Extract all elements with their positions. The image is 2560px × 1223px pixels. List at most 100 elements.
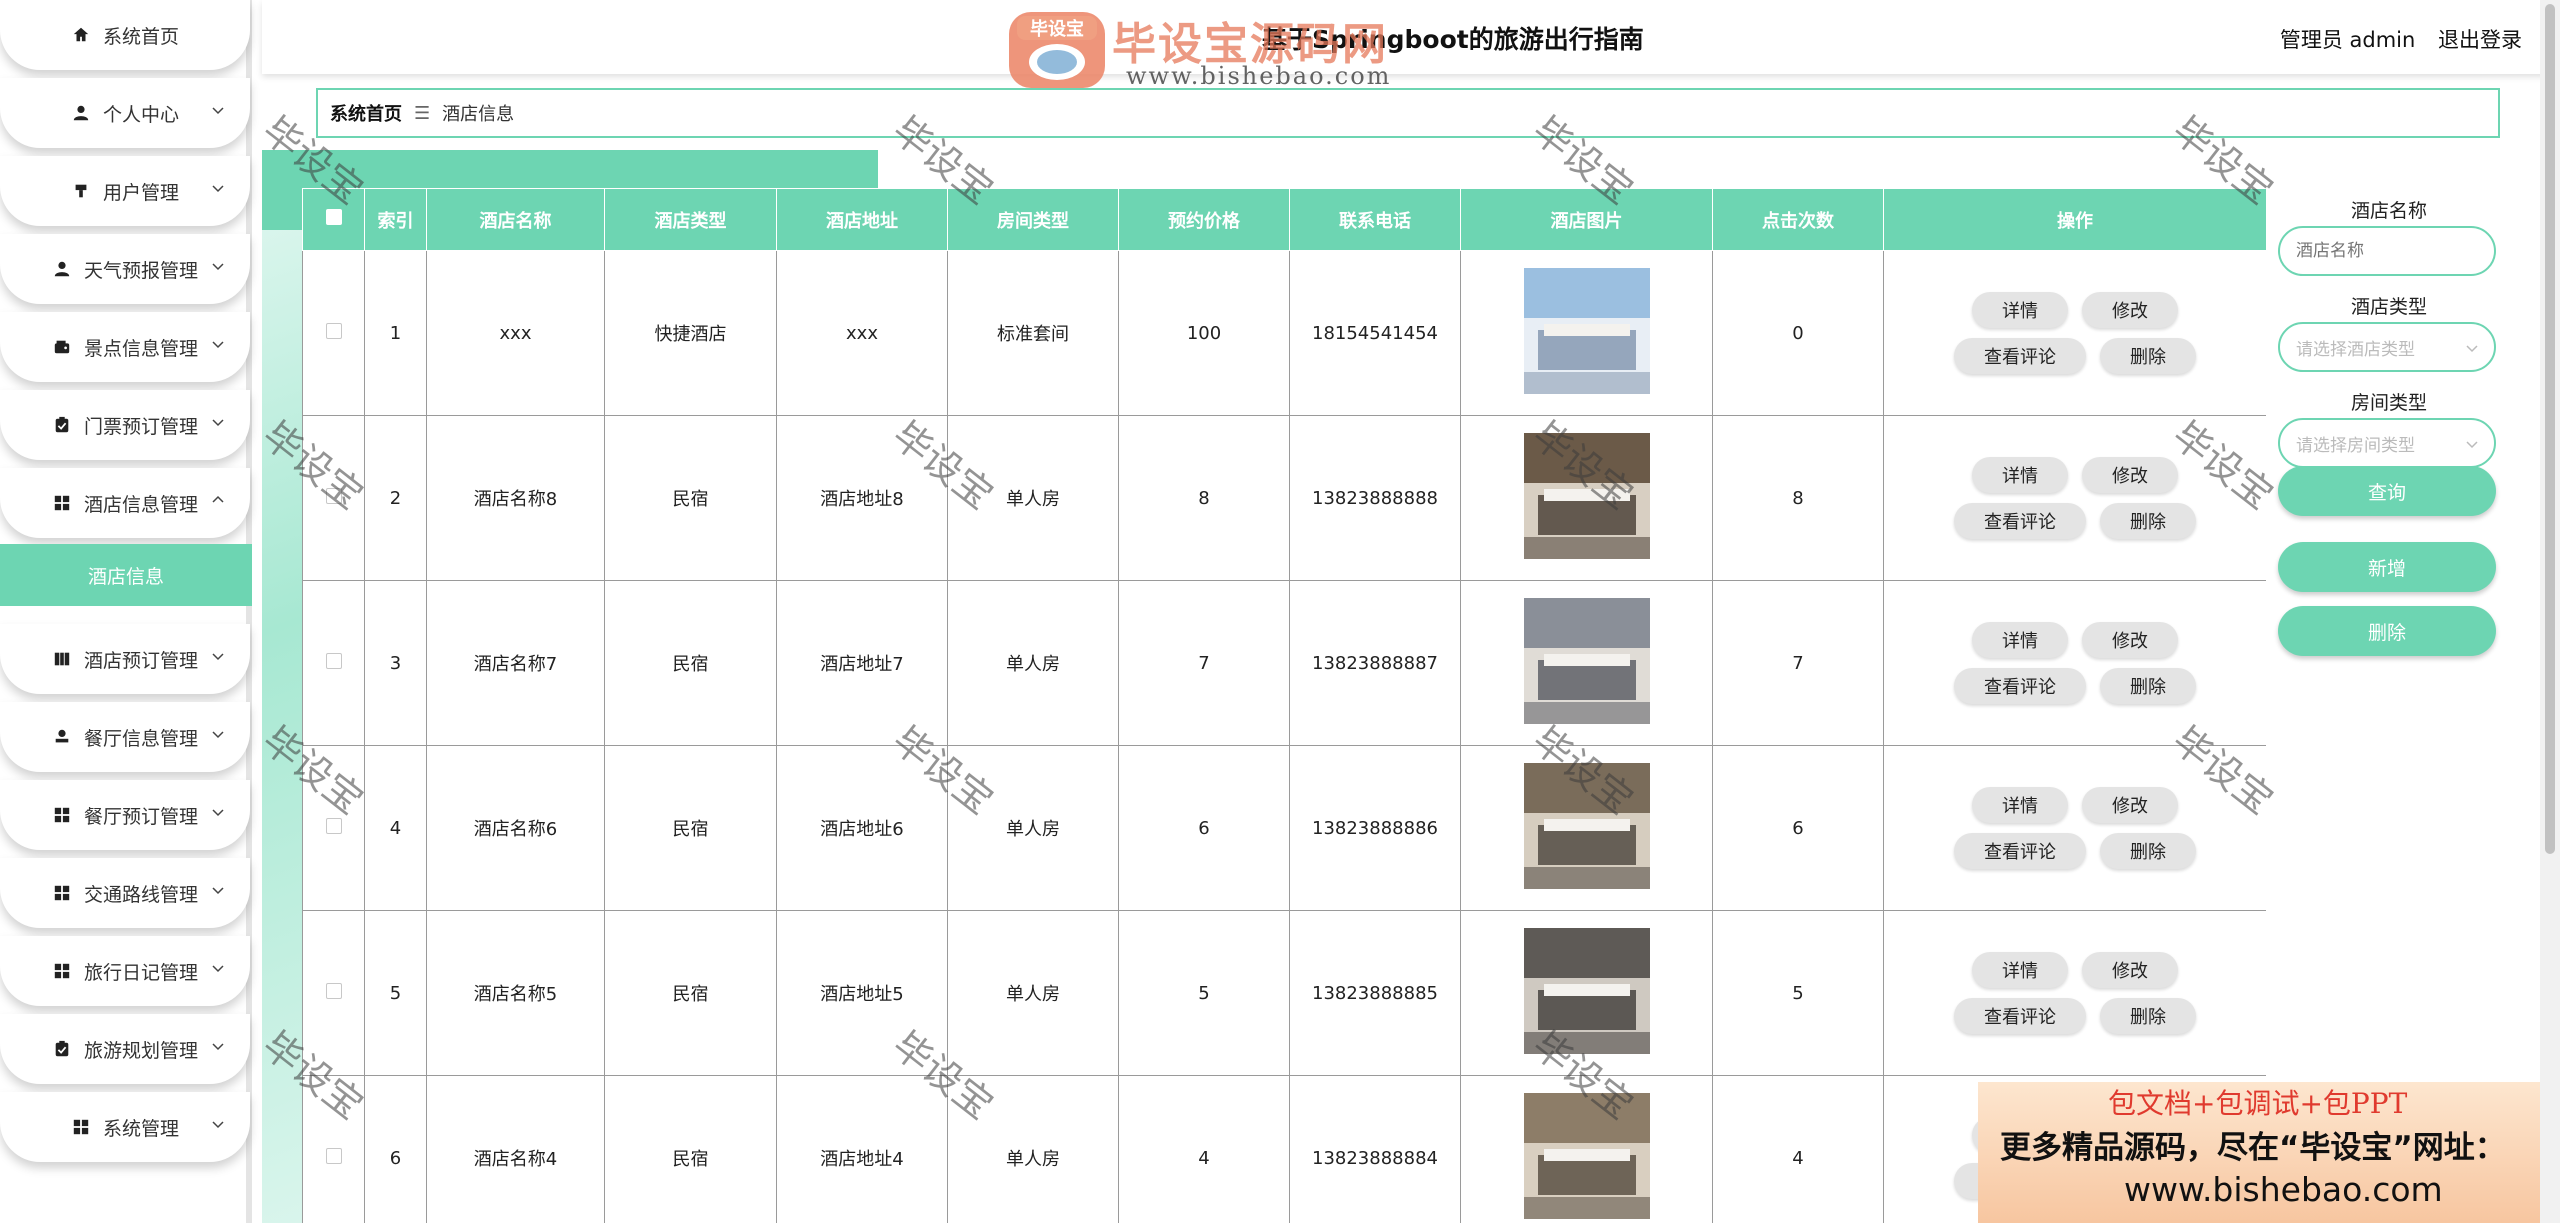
row-checkbox[interactable] [325, 1147, 342, 1164]
cell-price: 7 [1118, 580, 1290, 746]
delete-button[interactable]: 删除 [2100, 338, 2196, 374]
row-select-cell[interactable] [302, 580, 365, 746]
cell-hotel-type: 快捷酒店 [604, 250, 777, 416]
cell-clicks: 8 [1712, 415, 1884, 581]
sidebar-item-3[interactable]: 天气预报管理 [0, 234, 250, 304]
select-all-header[interactable] [302, 188, 365, 251]
detail-button[interactable]: 详情 [1972, 457, 2068, 493]
promo-banner[interactable]: 包文档+包调试+包PPT 更多精品源码，尽在“毕设宝”网址： www.bishe… [1978, 1082, 2560, 1223]
row-select-cell[interactable] [302, 745, 365, 911]
hotel-photo[interactable] [1523, 432, 1650, 559]
room-type-placeholder: 请选择房间类型 [2296, 435, 2415, 456]
col-hotel-type: 酒店类型 [604, 188, 777, 251]
edit-button[interactable]: 修改 [2082, 292, 2178, 328]
edit-button[interactable]: 修改 [2082, 622, 2178, 658]
detail-button[interactable]: 详情 [1972, 292, 2068, 328]
edit-button[interactable]: 修改 [2082, 787, 2178, 823]
scrollbar-thumb[interactable] [2545, 4, 2555, 854]
hotel-type-select[interactable]: 请选择酒店类型 [2278, 322, 2496, 372]
sidebar-item-5[interactable]: 门票预订管理 [0, 390, 250, 460]
cell-clicks: 6 [1712, 745, 1884, 911]
sidebar-item-8[interactable]: 餐厅信息管理 [0, 702, 250, 772]
sidebar-item-2[interactable]: 用户管理 [0, 156, 250, 226]
chevron-down-icon [212, 419, 224, 427]
detail-button[interactable]: 详情 [1972, 952, 2068, 988]
users-icon [71, 181, 91, 201]
row-select-cell[interactable] [302, 250, 365, 416]
sidebar-item-13[interactable]: 系统管理 [0, 1092, 250, 1162]
edit-button[interactable]: 修改 [2082, 457, 2178, 493]
view-reviews-button[interactable]: 查看评论 [1954, 338, 2086, 374]
cell-index: 2 [364, 415, 427, 581]
cell-price: 6 [1118, 745, 1290, 911]
view-reviews-button[interactable]: 查看评论 [1954, 833, 2086, 869]
hotel-photo[interactable] [1523, 1092, 1650, 1219]
cell-room-type: 单人房 [947, 745, 1119, 911]
sidebar-item-9[interactable]: 餐厅预订管理 [0, 780, 250, 850]
table-row: 3 酒店名称7 民宿 酒店地址7 单人房 7 13823888887 7 详情 修改 查看评论 删除 [302, 580, 2266, 746]
hotel-photo[interactable] [1523, 267, 1650, 394]
cell-phone: 13823888886 [1289, 745, 1461, 911]
logout-link[interactable]: 退出登录 [2438, 28, 2522, 52]
sidebar-item-12[interactable]: 旅游规划管理 [0, 1014, 250, 1084]
cell-phone: 18154541454 [1289, 250, 1461, 416]
sidebar-item-label: 天气预报管理 [83, 259, 198, 282]
sidebar-item-label: 旅行日记管理 [83, 961, 198, 984]
breadcrumb-home[interactable]: 系统首页 [330, 100, 402, 126]
cell-room-type: 单人房 [947, 415, 1119, 581]
room-type-select[interactable]: 请选择房间类型 [2278, 418, 2496, 468]
delete-button[interactable]: 删除 [2100, 503, 2196, 539]
sidebar-item-1[interactable]: 个人中心 [0, 78, 250, 148]
row-select-cell[interactable] [302, 415, 365, 581]
hotel-name-label: 酒店名称 [2350, 200, 2427, 222]
sidebar-item-4[interactable]: 景点信息管理 [0, 312, 250, 382]
delete-button[interactable]: 删除 [2100, 833, 2196, 869]
col-room-type: 房间类型 [947, 188, 1119, 251]
hotel-photo[interactable] [1523, 927, 1650, 1054]
sidebar-item-0[interactable]: 系统首页 [0, 0, 250, 70]
delete-button[interactable]: 删除 [2100, 668, 2196, 704]
sidebar-item-11[interactable]: 旅行日记管理 [0, 936, 250, 1006]
cell-room-type: 单人房 [947, 580, 1119, 746]
cell-index: 5 [364, 910, 427, 1076]
view-reviews-button[interactable]: 查看评论 [1954, 503, 2086, 539]
sidebar-item-6[interactable]: 酒店信息管理 [0, 468, 250, 538]
sidebar-item-label: 门票预订管理 [83, 415, 198, 438]
row-checkbox[interactable] [325, 982, 342, 999]
select-all-checkbox[interactable] [325, 209, 342, 225]
row-checkbox[interactable] [325, 487, 342, 504]
sidebar-item-10[interactable]: 交通路线管理 [0, 858, 250, 928]
detail-button[interactable]: 详情 [1972, 622, 2068, 658]
chevron-down-icon [212, 263, 224, 271]
row-checkbox[interactable] [325, 817, 342, 834]
cell-hotel-address: xxx [776, 250, 948, 416]
hotel-photo[interactable] [1523, 762, 1650, 889]
row-select-cell[interactable] [302, 1075, 365, 1223]
table-row: 2 酒店名称8 民宿 酒店地址8 单人房 8 13823888888 8 详情 修改 查看评论 删除 [302, 415, 2266, 581]
chevron-down-icon [212, 1043, 224, 1051]
edit-button[interactable]: 修改 [2082, 952, 2178, 988]
query-button[interactable]: 查询 [2278, 466, 2496, 516]
sidebar-subitem-hotel-info[interactable]: 酒店信息 [0, 544, 252, 606]
row-checkbox[interactable] [325, 652, 342, 669]
add-button[interactable]: 新增 [2278, 542, 2496, 592]
cell-phone: 13823888887 [1289, 580, 1461, 746]
chevron-down-icon [212, 965, 224, 973]
admin-user-label: 管理员 admin [2279, 28, 2416, 52]
chevron-down-icon [2466, 441, 2478, 449]
detail-button[interactable]: 详情 [1972, 787, 2068, 823]
delete-button[interactable]: 删除 [2100, 998, 2196, 1034]
hotel-photo[interactable] [1523, 597, 1650, 724]
view-reviews-button[interactable]: 查看评论 [1954, 998, 2086, 1034]
view-reviews-button[interactable]: 查看评论 [1954, 668, 2086, 704]
user-icon [71, 103, 91, 123]
hotel-name-input[interactable] [2278, 226, 2496, 276]
batch-delete-button[interactable]: 删除 [2278, 606, 2496, 656]
cell-actions: 详情修改查看评论删除 [1883, 250, 2266, 416]
cell-image [1460, 1075, 1713, 1223]
sidebar-item-7[interactable]: 酒店预订管理 [0, 624, 250, 694]
col-image: 酒店图片 [1460, 188, 1713, 251]
cell-hotel-type: 民宿 [604, 415, 777, 581]
row-select-cell[interactable] [302, 910, 365, 1076]
row-checkbox[interactable] [325, 322, 342, 339]
